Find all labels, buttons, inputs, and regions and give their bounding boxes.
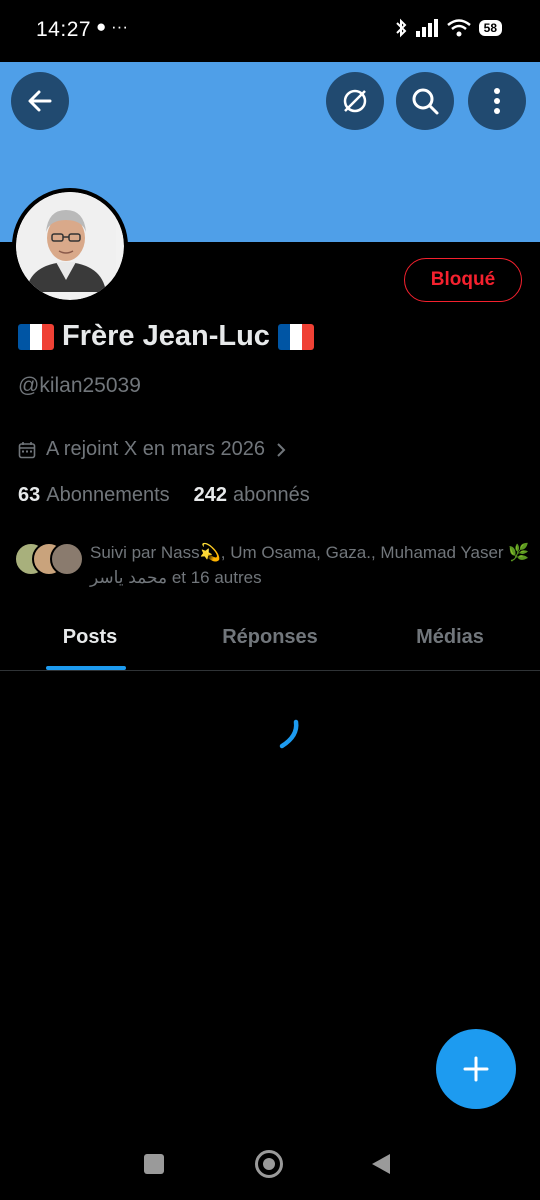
joined-date[interactable]: A rejoint X en mars 2026	[18, 438, 287, 461]
search-icon	[412, 88, 439, 115]
blocked-button[interactable]: Bloqué	[404, 258, 522, 302]
followers-count: 242	[193, 484, 228, 506]
calendar-icon	[18, 441, 36, 458]
chevron-right-icon	[277, 442, 286, 457]
system-nav-bar	[0, 1130, 540, 1200]
back-button[interactable]	[11, 72, 69, 130]
home-icon[interactable]	[255, 1150, 283, 1178]
recents-icon[interactable]	[144, 1154, 164, 1174]
followed-by[interactable]: Suivi par Nass💫, Um Osama, Gaza., Muhama…	[14, 540, 530, 590]
tab-posts[interactable]: Posts	[0, 614, 180, 670]
bluetooth-icon	[395, 18, 407, 38]
follow-counts: 63 Abonnements 242 abonnés	[18, 484, 310, 507]
grok-icon	[343, 89, 367, 113]
follower-avatar	[50, 542, 84, 576]
battery-icon: 58	[478, 20, 502, 36]
france-flag-icon	[18, 323, 54, 350]
notification-icons: ● ···	[96, 17, 128, 36]
system-icons: 58	[394, 18, 502, 38]
plus-icon	[463, 1056, 489, 1082]
active-tab-indicator	[46, 666, 126, 670]
profile-name: Frère Jean-Luc	[62, 320, 270, 352]
more-options-button[interactable]	[468, 72, 526, 130]
loading-spinner-icon	[279, 719, 299, 749]
followed-by-text: Suivi par Nass💫, Um Osama, Gaza., Muhama…	[90, 543, 530, 587]
status-bar: 14:27 ● ··· 58	[0, 0, 540, 62]
following-link[interactable]: 63 Abonnements	[18, 484, 170, 507]
follower-avatars	[14, 540, 84, 576]
back-arrow-icon	[28, 90, 52, 112]
back-nav-icon[interactable]	[370, 1152, 392, 1176]
tab-label: Médias	[416, 626, 484, 648]
tab-replies[interactable]: Réponses	[180, 614, 360, 670]
tab-label: Posts	[62, 626, 118, 648]
status-time: 14:27	[36, 18, 92, 41]
profile-tabs: Posts Réponses Médias	[0, 614, 540, 671]
wifi-icon	[446, 19, 471, 37]
signal-icon	[415, 19, 438, 37]
following-count: 63	[18, 484, 41, 506]
grok-button[interactable]	[326, 72, 384, 130]
following-label: Abonnements	[46, 484, 170, 506]
profile-handle: @kilan25039	[18, 374, 141, 397]
joined-text: A rejoint X en mars 2026	[46, 438, 266, 460]
tab-label: Réponses	[222, 626, 318, 648]
more-vertical-icon	[494, 88, 500, 114]
avatar-photo	[16, 192, 124, 300]
followers-label: abonnés	[233, 484, 310, 506]
followers-link[interactable]: 242 abonnés	[194, 484, 310, 507]
search-button[interactable]	[396, 72, 454, 130]
france-flag-icon	[277, 323, 314, 350]
profile-avatar[interactable]	[12, 188, 128, 304]
tab-media[interactable]: Médias	[360, 614, 540, 670]
compose-button[interactable]	[436, 1029, 516, 1109]
profile-name-row: Frère Jean-Luc	[18, 320, 314, 353]
